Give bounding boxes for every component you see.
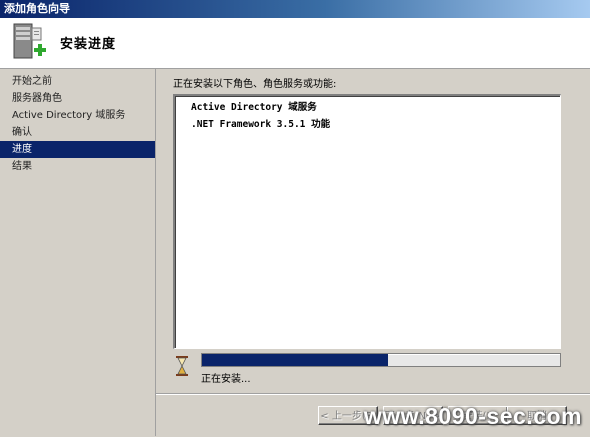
install-progress-bar (201, 353, 561, 367)
watermark-text: www.8090-sec.com (363, 403, 582, 429)
sidebar-item-confirmation[interactable]: 确认 (0, 124, 155, 141)
install-items-list[interactable]: Active Directory 域服务 .NET Framework 3.5.… (173, 94, 561, 349)
progress-fill (202, 354, 389, 366)
server-install-icon (13, 23, 46, 59)
sidebar-item-before-you-begin[interactable]: 开始之前 (0, 73, 155, 90)
wizard-header: 安装进度 (0, 18, 590, 69)
hourglass-icon (176, 356, 188, 376)
install-progress-area: 正在安装... (173, 353, 583, 385)
wizard-content: 正在安装以下角色、角色服务或功能: Active Directory 域服务 .… (156, 69, 590, 436)
wizard-steps-sidebar: 开始之前 服务器角色 Active Directory 域服务 确认 进度 结果 (0, 69, 156, 436)
sidebar-item-progress[interactable]: 进度 (0, 141, 155, 158)
add-roles-wizard-window: 添加角色向导 安装进度 开始之前 服务器角色 Active Directory … (0, 0, 590, 436)
list-item: Active Directory 域服务 (191, 102, 317, 113)
window-title: 添加角色向导 (4, 2, 70, 15)
sidebar-item-results[interactable]: 结果 (0, 158, 155, 175)
install-status: 正在安装... (201, 374, 251, 385)
sidebar-item-ad-domain-services[interactable]: Active Directory 域服务 (0, 107, 155, 124)
list-item: .NET Framework 3.5.1 功能 (191, 119, 331, 130)
sidebar-item-server-roles[interactable]: 服务器角色 (0, 90, 155, 107)
title-bar[interactable]: 添加角色向导 (0, 0, 590, 18)
install-prompt: 正在安装以下角色、角色服务或功能: (173, 79, 337, 90)
page-title: 安装进度 (60, 37, 117, 52)
